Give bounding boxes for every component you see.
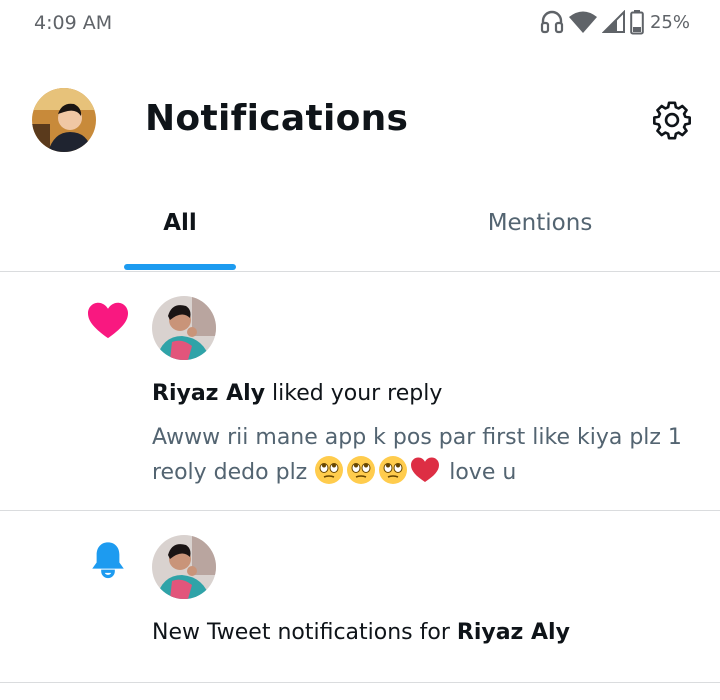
bell-icon [86, 537, 130, 581]
heart-icon [86, 298, 130, 342]
notification-body: Awww rii mane app k pos par first like k… [152, 421, 702, 490]
tab-all[interactable]: All [0, 190, 360, 272]
settings-button[interactable] [650, 98, 694, 142]
notification-user[interactable]: Riyaz Aly [457, 620, 570, 645]
rolling-eyes-emoji [379, 456, 408, 484]
signal-icon [601, 10, 625, 33]
header: Notifications [0, 80, 720, 160]
tab-mentions[interactable]: Mentions [360, 190, 720, 272]
wifi-icon [568, 11, 597, 33]
notification-prefix: New Tweet notifications for [152, 620, 457, 645]
tab-all-label: All [163, 210, 197, 236]
notification-item-like[interactable]: Riyaz Aly liked your reply Awww rii mane… [0, 272, 720, 511]
user-avatar[interactable] [152, 296, 216, 360]
battery-icon [630, 10, 644, 35]
notification-item-new-tweet[interactable]: New Tweet notifications for Riyaz Aly [0, 511, 720, 683]
battery-percent: 25% [649, 11, 690, 33]
tab-bar: All Mentions [0, 190, 720, 272]
notification-text: Riyaz Aly liked your reply [152, 379, 442, 409]
tab-mentions-label: Mentions [487, 210, 593, 236]
status-icons: 25% [540, 9, 690, 35]
user-avatar[interactable] [152, 535, 216, 599]
rolling-eyes-emoji [347, 456, 376, 484]
headphones-icon [540, 10, 564, 34]
notification-action: liked your reply [265, 381, 443, 406]
page-title: Notifications [145, 98, 409, 139]
profile-avatar[interactable] [32, 88, 96, 152]
rolling-eyes-emoji [315, 456, 344, 484]
active-tab-indicator [124, 264, 236, 270]
gear-icon [653, 101, 691, 140]
status-time: 4:09 AM [34, 12, 113, 34]
notification-body-suffix: love u [442, 460, 517, 485]
notification-user[interactable]: Riyaz Aly [152, 381, 265, 406]
notification-text: New Tweet notifications for Riyaz Aly [152, 618, 570, 648]
status-bar: 4:09 AM 25% [0, 0, 720, 50]
red-heart-emoji [411, 457, 440, 482]
